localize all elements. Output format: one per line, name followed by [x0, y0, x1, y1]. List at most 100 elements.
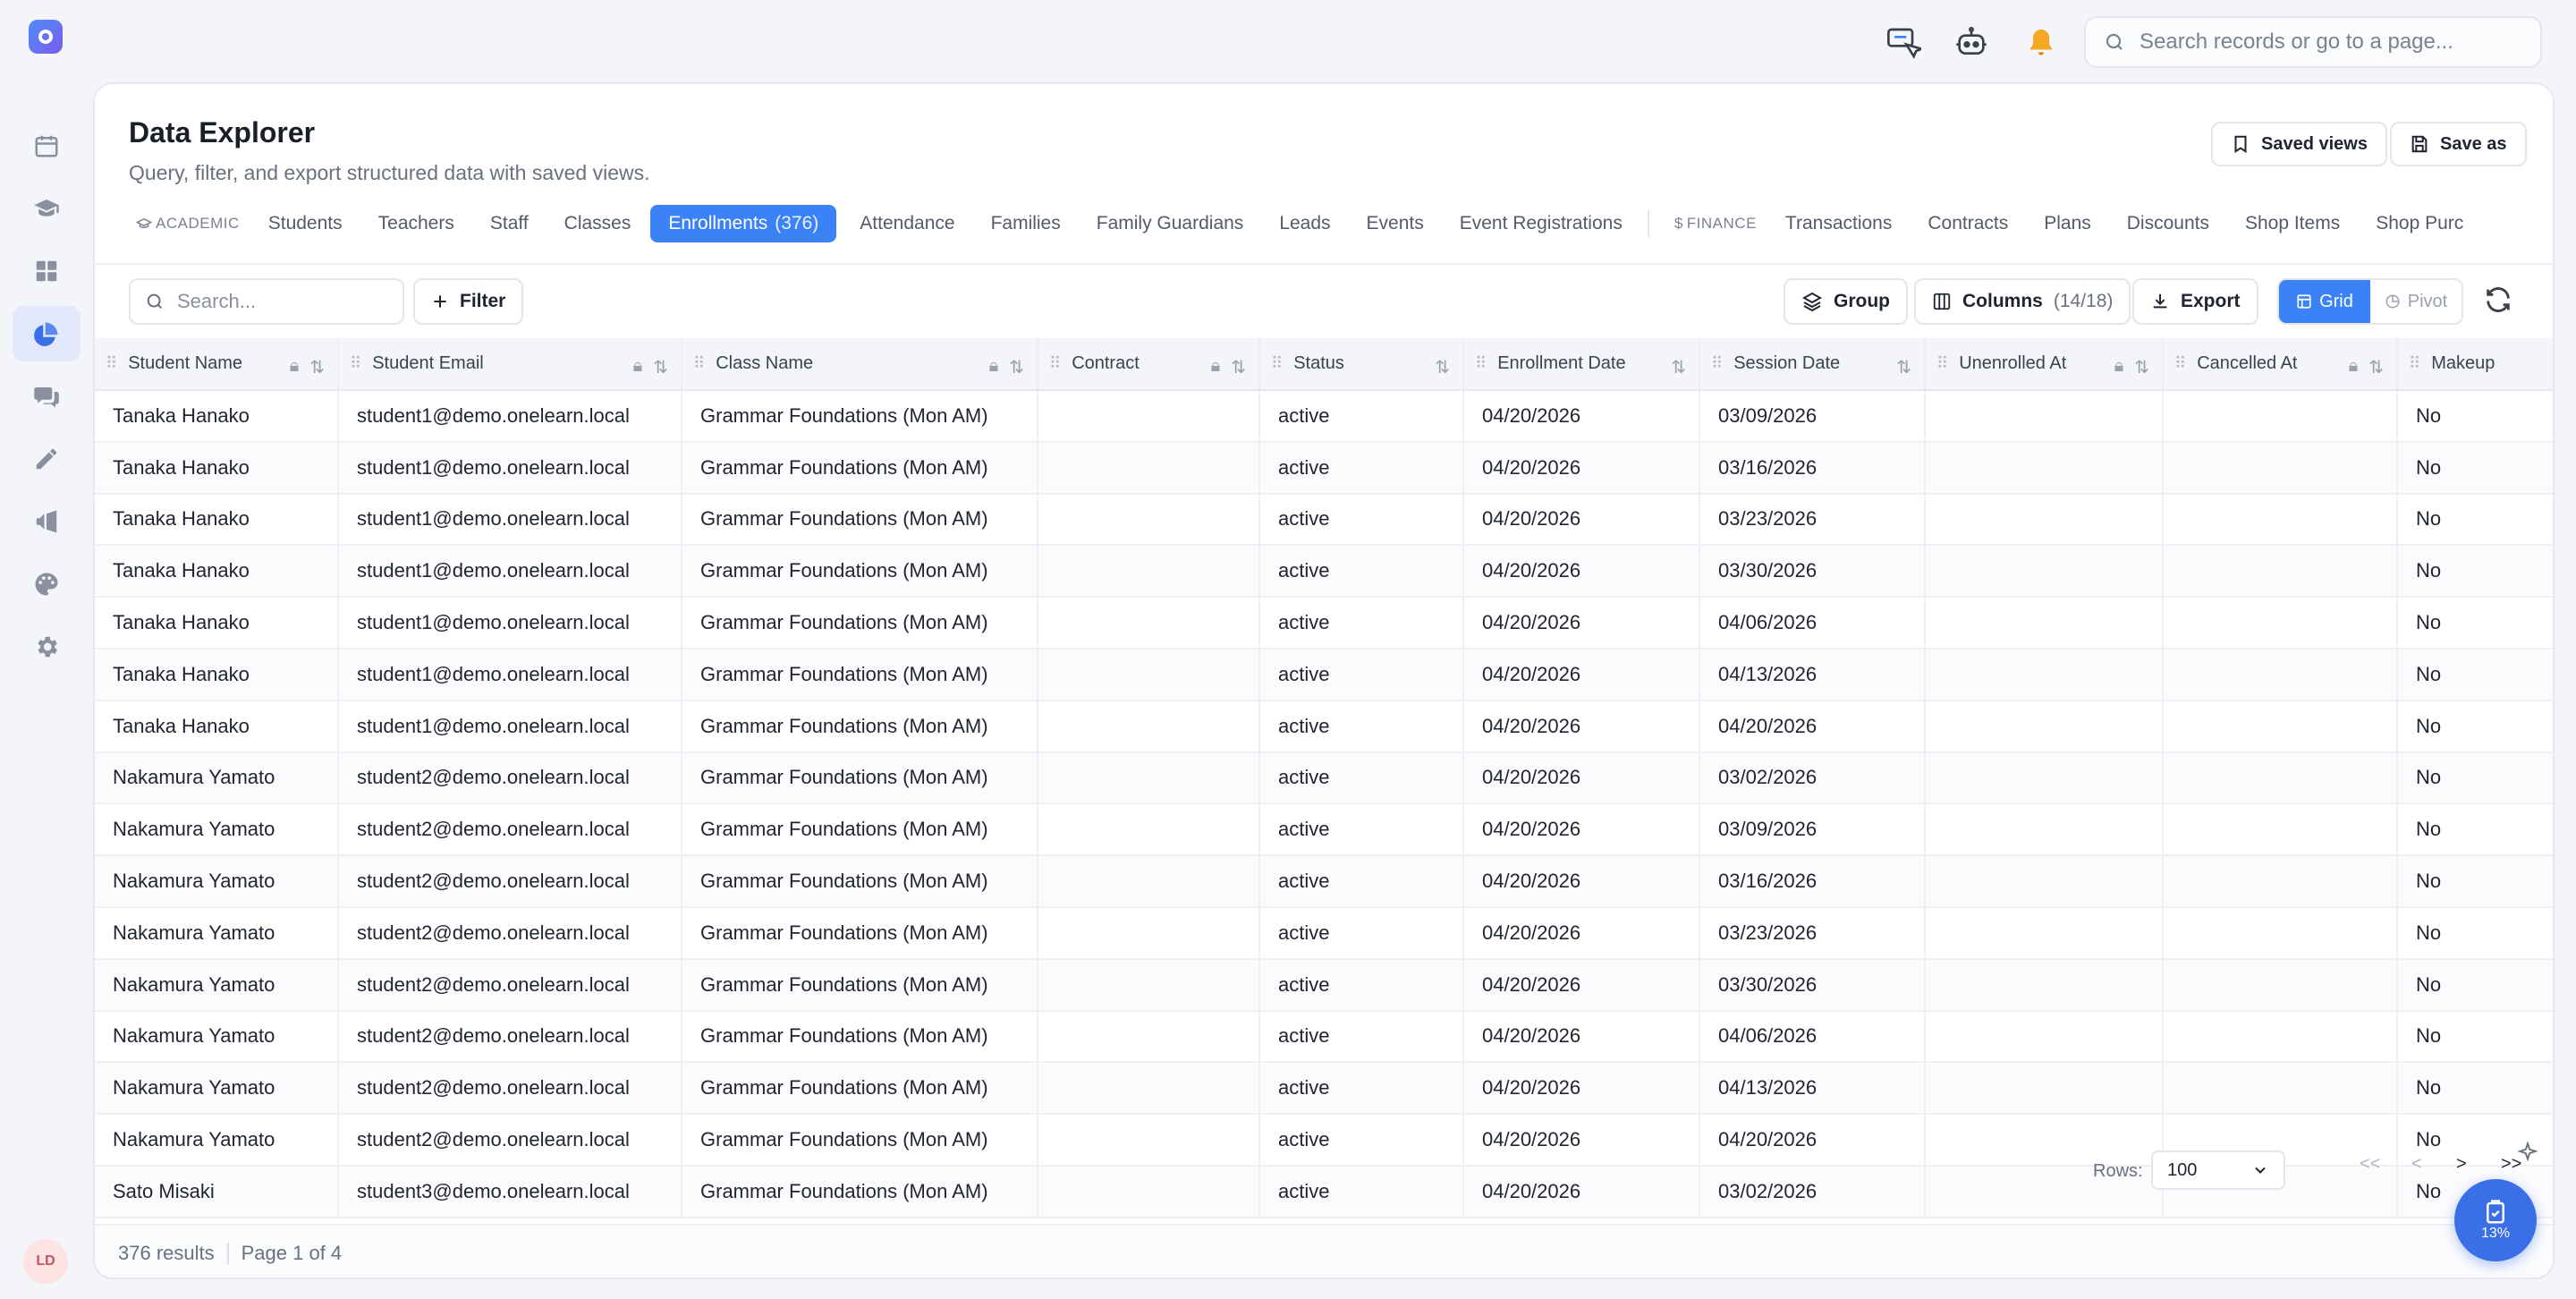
tab-discounts[interactable]: Discounts	[2127, 206, 2209, 242]
sort-icon[interactable]: ⇅	[653, 356, 668, 378]
table-cell[interactable]: Tanaka Hanako	[95, 700, 339, 753]
drag-handle-icon[interactable]: ⠿	[2409, 354, 2420, 372]
table-cell[interactable]: Grammar Foundations (Mon AM)	[682, 1010, 1038, 1064]
sparkle-icon[interactable]	[2510, 1134, 2546, 1170]
table-cell[interactable]: 04/20/2026	[1463, 1114, 1700, 1167]
table-cell[interactable]: active	[1259, 700, 1464, 753]
tab-events[interactable]: Events	[1367, 206, 1424, 242]
table-cell[interactable]: student3@demo.onelearn.local	[338, 1165, 682, 1218]
table-cell[interactable]	[2163, 751, 2398, 805]
table-cell[interactable]: student2@demo.onelearn.local	[338, 1114, 682, 1167]
table-cell[interactable]	[1925, 493, 2164, 547]
global-search-input[interactable]: Search records or go to a page...	[2084, 16, 2542, 68]
table-cell[interactable]: 04/13/2026	[1699, 1062, 1926, 1116]
table-cell[interactable]: Grammar Foundations (Mon AM)	[682, 906, 1038, 960]
table-cell[interactable]	[1038, 1062, 1260, 1116]
table-cell[interactable]: 04/20/2026	[1463, 545, 1700, 599]
table-cell[interactable]: No	[2397, 493, 2553, 547]
avatar[interactable]: LD	[23, 1239, 68, 1284]
drag-handle-icon[interactable]: ⠿	[1711, 354, 1723, 372]
table-cell[interactable]: No	[2397, 545, 2553, 599]
table-row[interactable]: Tanaka Hanako student1@demo.onelearn.loca…	[95, 441, 2553, 495]
table-cell[interactable]	[1038, 855, 1260, 908]
table-cell[interactable]: active	[1259, 390, 1464, 443]
table-cell[interactable]: active	[1259, 1010, 1464, 1064]
table-row[interactable]: Nakamura Yamato student2@demo.onelearn.lo…	[95, 1062, 2553, 1116]
table-cell[interactable]: 04/20/2026	[1463, 390, 1700, 443]
lock-icon[interactable]: 🔒︎	[633, 356, 643, 378]
table-cell[interactable]: Grammar Foundations (Mon AM)	[682, 803, 1038, 857]
sort-icon[interactable]: ⇅	[1435, 356, 1450, 378]
column-header-student-email[interactable]: ⠿ Student Email 🔒︎ ⇅	[338, 338, 682, 391]
column-header-unenrolled-at[interactable]: ⠿ Unenrolled At 🔒︎ ⇅	[1925, 338, 2164, 391]
drag-handle-icon[interactable]: ⠿	[350, 354, 361, 372]
sort-icon[interactable]: ⇅	[2368, 356, 2384, 378]
table-cell[interactable]: active	[1259, 648, 1464, 701]
table-cell[interactable]: student1@demo.onelearn.local	[338, 493, 682, 547]
tab-family-guardians[interactable]: Family Guardians	[1097, 206, 1244, 242]
table-cell[interactable]	[1925, 648, 2164, 701]
table-cell[interactable]: Tanaka Hanako	[95, 545, 339, 599]
table-cell[interactable]: Grammar Foundations (Mon AM)	[682, 441, 1038, 495]
data-explorer-icon[interactable]	[13, 306, 80, 361]
table-cell[interactable]: No	[2397, 803, 2553, 857]
table-row[interactable]: Tanaka Hanako student1@demo.onelearn.loca…	[95, 597, 2553, 650]
table-cell[interactable]: student2@demo.onelearn.local	[338, 906, 682, 960]
table-cell[interactable]	[2163, 597, 2398, 650]
table-cell[interactable]	[2163, 648, 2398, 701]
tab-enrollments[interactable]: Enrollments (376)	[650, 205, 837, 242]
drag-handle-icon[interactable]: ⠿	[1936, 354, 1948, 372]
save-as-button[interactable]: Save as	[2390, 122, 2527, 166]
tab-classes[interactable]: Classes	[564, 206, 631, 242]
table-cell[interactable]	[2163, 1010, 2398, 1064]
table-cell[interactable]: Grammar Foundations (Mon AM)	[682, 855, 1038, 908]
sort-icon[interactable]: ⇅	[2134, 356, 2149, 378]
table-cell[interactable]	[2163, 441, 2398, 495]
drag-handle-icon[interactable]: ⠿	[693, 354, 705, 372]
table-cell[interactable]: No	[2397, 441, 2553, 495]
table-cell[interactable]: 04/20/2026	[1463, 1062, 1700, 1116]
drag-handle-icon[interactable]: ⠿	[106, 354, 117, 372]
lock-icon[interactable]: 🔒︎	[1211, 356, 1221, 378]
table-cell[interactable]: 03/30/2026	[1699, 958, 1926, 1012]
column-header-makeup[interactable]: ⠿ Makeup	[2397, 338, 2553, 391]
table-cell[interactable]	[1038, 390, 1260, 443]
table-cell[interactable]: Nakamura Yamato	[95, 1062, 339, 1116]
table-cell[interactable]	[1925, 700, 2164, 753]
rows-per-page-select[interactable]: 100	[2151, 1150, 2285, 1190]
table-cell[interactable]: Grammar Foundations (Mon AM)	[682, 700, 1038, 753]
tab-shop-purchases[interactable]: Shop Purc	[2376, 206, 2463, 242]
table-cell[interactable]: 03/09/2026	[1699, 390, 1926, 443]
table-cell[interactable]: No	[2397, 1062, 2553, 1116]
next-page-button[interactable]: >	[2456, 1154, 2467, 1175]
saved-views-button[interactable]: Saved views	[2211, 122, 2387, 166]
table-cell[interactable]: No	[2397, 390, 2553, 443]
table-cell[interactable]: Tanaka Hanako	[95, 390, 339, 443]
table-cell[interactable]: Grammar Foundations (Mon AM)	[682, 648, 1038, 701]
table-row[interactable]: Nakamura Yamato student2@demo.onelearn.lo…	[95, 958, 2553, 1012]
table-cell[interactable]: Grammar Foundations (Mon AM)	[682, 390, 1038, 443]
table-cell[interactable]: 04/20/2026	[1699, 700, 1926, 753]
table-cell[interactable]	[1038, 1165, 1260, 1218]
table-cell[interactable]	[1925, 545, 2164, 599]
table-cell[interactable]: Grammar Foundations (Mon AM)	[682, 493, 1038, 547]
table-cell[interactable]: 04/20/2026	[1463, 441, 1700, 495]
table-cell[interactable]: 03/02/2026	[1699, 1165, 1926, 1218]
refresh-icon[interactable]	[2483, 284, 2513, 319]
tab-transactions[interactable]: Transactions	[1785, 206, 1892, 242]
app-logo[interactable]	[29, 20, 63, 54]
table-cell[interactable]: 03/09/2026	[1699, 803, 1926, 857]
group-button[interactable]: Group	[1784, 278, 1908, 325]
column-header-class-name[interactable]: ⠿ Class Name 🔒︎ ⇅	[682, 338, 1038, 391]
table-cell[interactable]	[1925, 597, 2164, 650]
table-cell[interactable]: No	[2397, 648, 2553, 701]
table-cell[interactable]: active	[1259, 958, 1464, 1012]
table-row[interactable]: Nakamura Yamato student2@demo.onelearn.lo…	[95, 855, 2553, 908]
calendar-icon[interactable]	[13, 118, 80, 174]
table-cell[interactable]: Nakamura Yamato	[95, 1114, 339, 1167]
table-cell[interactable]: 04/20/2026	[1699, 1114, 1926, 1167]
tab-teachers[interactable]: Teachers	[378, 206, 454, 242]
table-cell[interactable]	[1038, 803, 1260, 857]
pivot-view-button[interactable]: Pivot	[2370, 280, 2462, 323]
table-row[interactable]: Nakamura Yamato student2@demo.onelearn.lo…	[95, 751, 2553, 805]
